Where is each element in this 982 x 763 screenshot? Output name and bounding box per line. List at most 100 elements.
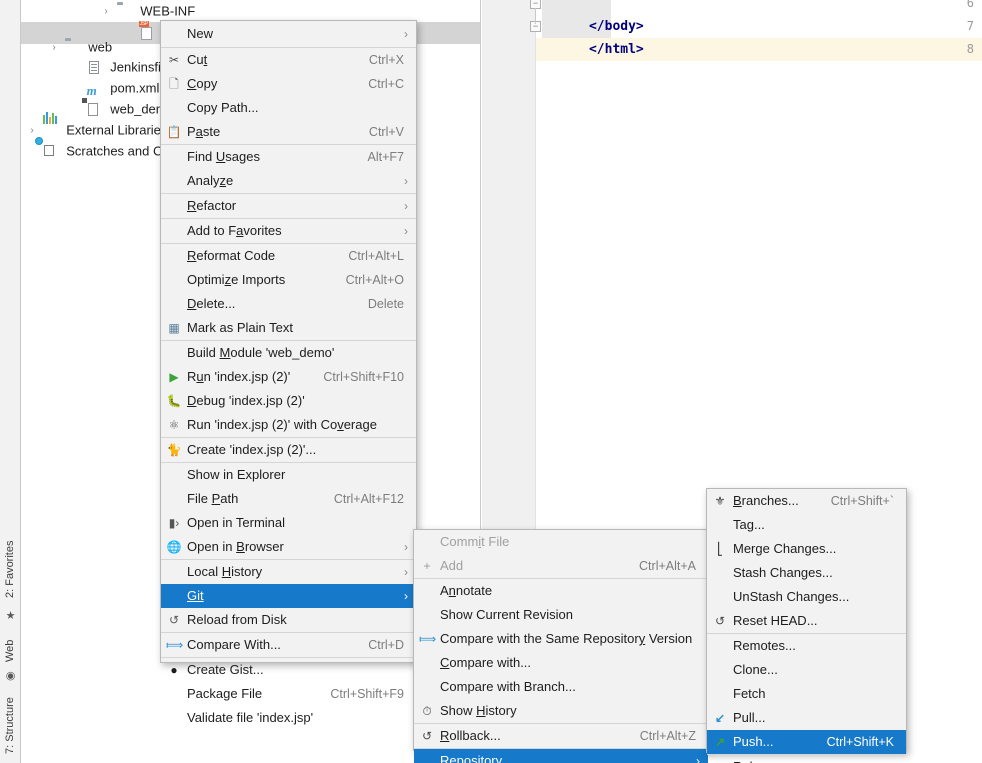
menu-item-validate-file[interactable]: Validate file 'index.jsp' — [161, 706, 416, 730]
menu-item-label: Validate file 'index.jsp' — [187, 710, 314, 725]
menu-item-delete[interactable]: Delete... Delete — [161, 292, 416, 316]
menu-item-paste[interactable]: 📋 Paste Ctrl+V — [161, 120, 416, 144]
menu-item-push[interactable]: ↗ Push... Ctrl+Shift+K — [707, 730, 906, 754]
menu-item-find-usages[interactable]: Find Usages Alt+F7 — [161, 144, 416, 169]
menu-item-create-gist[interactable]: ● Create Gist... — [161, 657, 416, 682]
menu-item-show-current-revision[interactable]: Show Current Revision — [414, 603, 708, 627]
menu-item-fetch[interactable]: Fetch — [707, 682, 906, 706]
menu-item-show-history[interactable]: ⏱ Show History — [414, 699, 708, 723]
menu-item-label: Show Current Revision — [440, 607, 573, 622]
folder-icon — [65, 39, 82, 55]
menu-item-compare-with[interactable]: Compare with... — [414, 651, 708, 675]
stripe-button-favorites[interactable]: 2: Favorites — [0, 530, 21, 608]
menu-item-mark-as-plain-text[interactable]: ▦ Mark as Plain Text — [161, 316, 416, 340]
git-submenu[interactable]: Commit File + Add Ctrl+Alt+A Annotate Sh… — [413, 529, 709, 763]
menu-item-open-in-terminal[interactable]: ▮› Open in Terminal — [161, 511, 416, 535]
menu-item-shortcut: Ctrl+Shift+F10 — [323, 370, 404, 384]
menu-item-pull[interactable]: ↙ Pull... — [707, 706, 906, 730]
menu-item-label: Annotate — [440, 583, 493, 598]
line-number: 7 — [966, 19, 974, 33]
menu-item-repository[interactable]: Repository › — [414, 748, 708, 763]
menu-item-label: Pull... — [733, 710, 766, 725]
tree-row[interactable]: › WEB-INF — [21, 0, 480, 22]
menu-item-build-module[interactable]: Build Module 'web_demo' — [161, 340, 416, 365]
maven-icon: m — [86, 82, 97, 98]
chevron-right-icon[interactable]: › — [99, 1, 113, 23]
menu-item-open-in-browser[interactable]: 🌐 Open in Browser › — [161, 535, 416, 559]
push-icon: ↗ — [714, 735, 726, 749]
menu-item-label: Show History — [440, 703, 517, 718]
menu-item-label: Refactor — [187, 198, 237, 213]
menu-item-run-with-coverage[interactable]: ⚛ Run 'index.jsp (2)' with Coverage — [161, 413, 416, 437]
menu-item-label: Add to Favorites — [187, 223, 282, 238]
repository-submenu[interactable]: ⚜ Branches... Ctrl+Shift+` Tag... ⎣ Merg… — [706, 488, 907, 763]
menu-item-copy-path[interactable]: Copy Path... — [161, 96, 416, 120]
fold-region-line — [535, 8, 536, 24]
menu-item-label: Cut — [187, 52, 208, 67]
menu-item-label: Delete... — [187, 296, 236, 311]
menu-item-shortcut: Ctrl+Shift+K — [826, 735, 894, 749]
chevron-right-icon: › — [404, 565, 408, 579]
menu-item-run[interactable]: ▶ Run 'index.jsp (2)' Ctrl+Shift+F10 — [161, 365, 416, 389]
menu-item-label: Merge Changes... — [733, 541, 837, 556]
code-line: </html> — [588, 42, 644, 57]
plus-icon: + — [423, 559, 431, 573]
menu-item-add-to-favorites[interactable]: Add to Favorites › — [161, 218, 416, 243]
stripe-button-web[interactable]: Web — [0, 634, 21, 668]
menu-item-package-file[interactable]: Package File Ctrl+Shift+F9 — [161, 682, 416, 706]
run-icon: ▶ — [169, 370, 179, 384]
menu-item-unstash-changes[interactable]: UnStash Changes... — [707, 585, 906, 609]
menu-item-label: Build Module 'web_demo' — [187, 345, 335, 360]
rollback-icon: ↺ — [421, 729, 433, 743]
menu-item-create-run-config[interactable]: 🐈 Create 'index.jsp (2)'... — [161, 437, 416, 462]
menu-item-branches[interactable]: ⚜ Branches... Ctrl+Shift+` — [707, 489, 906, 513]
menu-item-stash-changes[interactable]: Stash Changes... — [707, 561, 906, 585]
libraries-icon — [42, 111, 60, 138]
menu-item-label: Git — [187, 588, 204, 603]
menu-item-cut[interactable]: ✂ Cut Ctrl+X — [161, 47, 416, 72]
menu-item-label: Find Usages — [187, 149, 260, 164]
menu-item-debug[interactable]: 🐛 Debug 'index.jsp (2)' — [161, 389, 416, 413]
menu-item-label: Repository — [440, 753, 503, 763]
menu-item-show-in-explorer[interactable]: Show in Explorer — [161, 462, 416, 487]
menu-item-label: Open in Browser — [187, 539, 284, 554]
file-context-menu[interactable]: New › ✂ Cut Ctrl+X 🗋 Copy Ctrl+C Copy Pa… — [160, 20, 417, 725]
menu-item-reload-from-disk[interactable]: ↺ Reload from Disk — [161, 608, 416, 632]
menu-item-new[interactable]: New › — [161, 21, 416, 47]
chevron-right-icon: › — [404, 27, 408, 41]
coverage-icon: ⚛ — [168, 418, 180, 432]
menu-item-clone[interactable]: Clone... — [707, 658, 906, 682]
menu-item-annotate[interactable]: Annotate — [414, 578, 708, 603]
menu-item-shortcut: Ctrl+Alt+A — [639, 559, 696, 573]
menu-item-file-path[interactable]: File Path Ctrl+Alt+F12 — [161, 487, 416, 511]
menu-item-label: Compare with... — [440, 655, 532, 670]
menu-item-git[interactable]: Git › — [161, 584, 416, 608]
menu-item-optimize-imports[interactable]: Optimize Imports Ctrl+Alt+O — [161, 268, 416, 292]
menu-item-analyze[interactable]: Analyze › — [161, 169, 416, 193]
stripe-button-structure[interactable]: 7: Structure — [0, 690, 21, 762]
merge-icon: ⎣ — [717, 542, 723, 556]
menu-item-merge-changes[interactable]: ⎣ Merge Changes... — [707, 537, 906, 561]
chevron-right-icon: › — [404, 540, 408, 554]
menu-item-label: Analyze — [187, 173, 234, 188]
menu-item-tag[interactable]: Tag... — [707, 513, 906, 537]
menu-item-rebase[interactable]: Rebase... — [707, 754, 906, 763]
menu-item-copy[interactable]: 🗋 Copy Ctrl+C — [161, 72, 416, 96]
menu-item-reset-head[interactable]: ↺ Reset HEAD... — [707, 609, 906, 633]
menu-item-refactor[interactable]: Refactor › — [161, 193, 416, 218]
menu-item-local-history[interactable]: Local History › — [161, 559, 416, 584]
menu-item-compare-with[interactable]: ⟾ Compare With... Ctrl+D — [161, 632, 416, 657]
menu-item-reformat-code[interactable]: Reformat Code Ctrl+Alt+L — [161, 243, 416, 268]
terminal-icon: ▮› — [168, 516, 180, 530]
menu-item-label: Paste — [187, 124, 221, 139]
tree-row-label: pom.xml — [110, 80, 160, 96]
menu-item-label: Create Gist... — [187, 662, 264, 677]
menu-item-label: Rebase... — [733, 755, 789, 763]
menu-item-label: Compare with Branch... — [440, 679, 576, 694]
menu-item-compare-with-branch[interactable]: Compare with Branch... — [414, 675, 708, 699]
menu-item-compare-same-repo-version[interactable]: ⟾ Compare with the Same Repository Versi… — [414, 627, 708, 651]
menu-item-remotes[interactable]: Remotes... — [707, 633, 906, 658]
menu-item-label: Remotes... — [733, 638, 796, 653]
menu-item-rollback[interactable]: ↺ Rollback... Ctrl+Alt+Z — [414, 723, 708, 748]
